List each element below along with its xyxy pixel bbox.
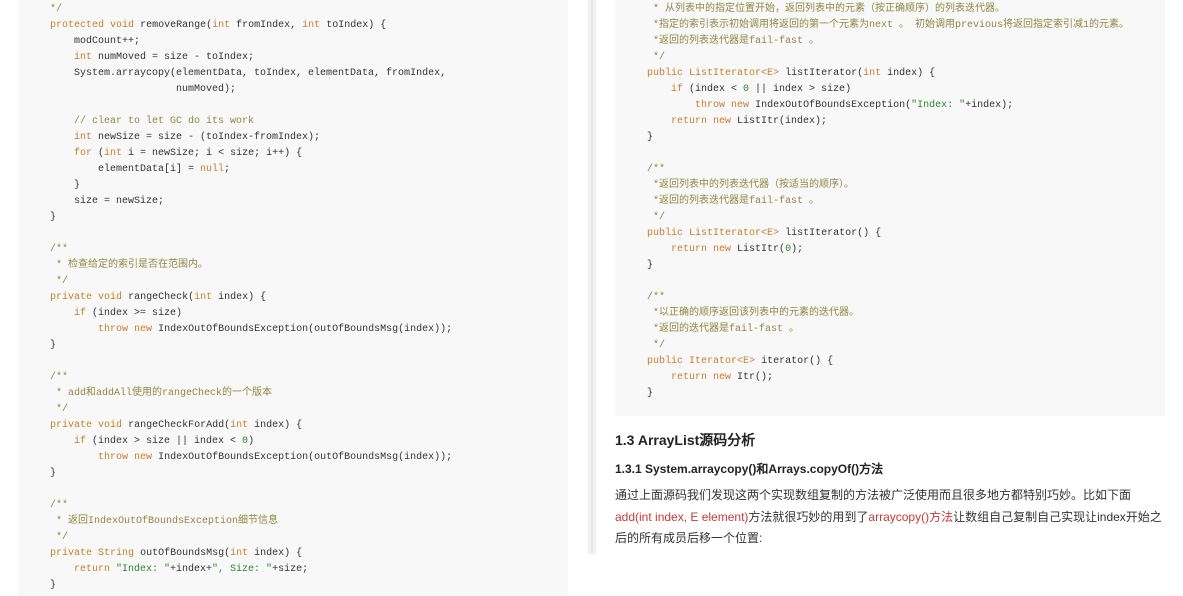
code-line: protected void removeRange(int fromIndex… [26,20,386,31]
code-line: *返回的列表迭代器是fail-fast 。 [623,196,819,207]
code-line: } [26,580,56,591]
code-line: */ [26,404,68,415]
code-line: return new Itr(); [623,372,773,383]
code-line: public Iterator<E> iterator() { [623,356,833,367]
code-line: for (int i = newSize; i < size; i++) { [26,148,302,159]
code-line: /** [26,500,68,511]
code-line: elementData[i] = null; [26,164,230,175]
code-line: * 返回IndexOutOfBoundsException细节信息 [26,516,278,527]
code-line: private void rangeCheck(int index) { [26,292,266,303]
code-line: } [623,260,653,271]
code-line: /** [26,244,68,255]
code-block-right: * 从列表中的指定位置开始，返回列表中的元素（按正确顺序）的列表迭代器。 *指定… [615,0,1165,416]
code-line: * add和addAll使用的rangeCheck的一个版本 [26,388,272,399]
paragraph: 通过上面源码我们发现这两个实现数组复制的方法被广泛使用而且很多地方都特别巧妙。比… [615,485,1165,550]
code-line: */ [623,52,665,63]
highlighted-code: add(int index, E element) [615,510,748,524]
page-right: * 从列表中的指定位置开始，返回列表中的元素（按正确顺序）的列表迭代器。 *指定… [597,0,1183,554]
code-line: if (index > size || index < 0) [26,436,254,447]
code-line: // clear to let GC do its work [26,116,254,127]
code-line: public ListIterator<E> listIterator() { [623,228,881,239]
code-line: /** [623,164,665,175]
code-line: throw new IndexOutOfBoundsException(outO… [26,324,452,335]
code-line: throw new IndexOutOfBoundsException("Ind… [623,100,1013,111]
code-line: */ [623,212,665,223]
code-line: *返回的列表迭代器是fail-fast 。 [623,36,819,47]
code-line: public ListIterator<E> listIterator(int … [623,68,935,79]
code-line: if (index >= size) [26,308,182,319]
code-line: } [26,212,56,223]
code-line: int numMoved = size - toIndex; [26,52,254,63]
code-line: System.arraycopy(elementData, toIndex, e… [26,68,446,79]
code-line: size = newSize; [26,196,164,207]
code-line: private void rangeCheckForAdd(int index)… [26,420,302,431]
page-left: */ protected void removeRange(int fromIn… [0,0,586,554]
code-line: /** [26,372,68,383]
code-line: return new ListItr(0); [623,244,803,255]
code-line: */ [26,532,68,543]
code-line: return new ListItr(index); [623,116,827,127]
code-line: return "Index: "+index+", Size: "+size; [26,564,308,575]
code-line: if (index < 0 || index > size) [623,84,851,95]
code-line: throw new IndexOutOfBoundsException(outO… [26,452,452,463]
section-heading: 1.3 ArrayList源码分析 [615,430,1165,450]
highlighted-code: arraycopy()方法 [868,510,953,524]
code-line: */ [623,340,665,351]
code-line: } [26,340,56,351]
code-line: */ [26,276,68,287]
code-line: * 检查给定的索引是否在范围内。 [26,260,208,271]
code-line: } [623,132,653,143]
code-line: numMoved); [26,84,236,95]
code-line: */ [26,4,62,15]
code-line: } [26,468,56,479]
page-divider [588,0,596,554]
code-line: int newSize = size - (toIndex-fromIndex)… [26,132,320,143]
code-line: *返回的迭代器是fail-fast 。 [623,324,799,335]
code-line: } [26,180,80,191]
code-line: *指定的索引表示初始调用将返回的第一个元素为next 。 初始调用previou… [623,20,1129,31]
subsection-heading: 1.3.1 System.arraycopy()和Arrays.copyOf()… [615,460,1165,477]
code-line: *返回列表中的列表迭代器（按适当的顺序）。 [623,180,854,191]
code-line: } [623,388,653,399]
code-line: *以正确的顺序返回该列表中的元素的迭代器。 [623,308,859,319]
code-line: /** [623,292,665,303]
code-line: * 从列表中的指定位置开始，返回列表中的元素（按正确顺序）的列表迭代器。 [623,4,1005,15]
code-line: modCount++; [26,36,140,47]
code-block-left: */ protected void removeRange(int fromIn… [18,0,568,596]
